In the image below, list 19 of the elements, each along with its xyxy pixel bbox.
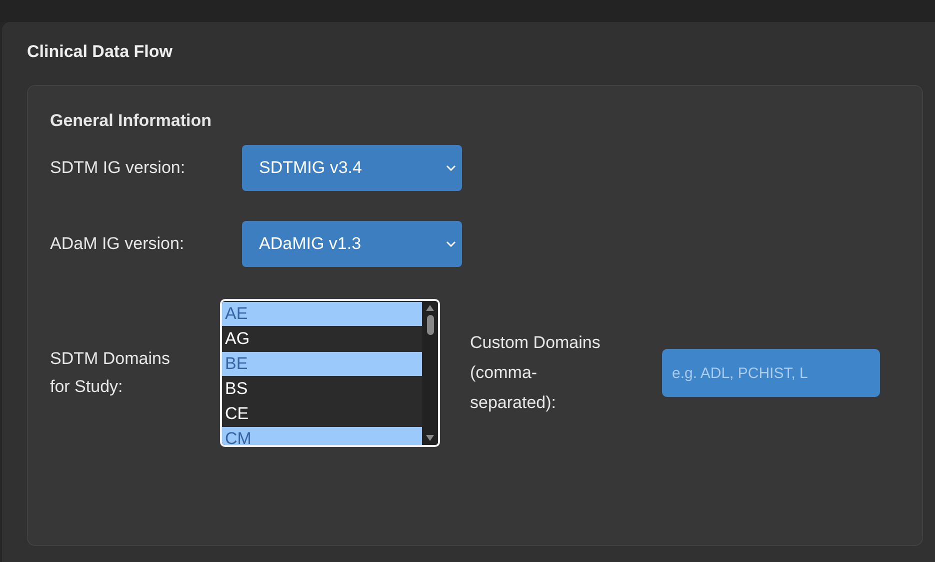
scroll-up-icon[interactable] xyxy=(425,304,435,312)
chevron-down-icon xyxy=(446,165,456,171)
list-option[interactable]: CM xyxy=(222,427,422,445)
section-title: General Information xyxy=(50,111,213,131)
scroll-down-icon[interactable] xyxy=(425,434,435,442)
version-select[interactable]: SDTMIG v3.4 xyxy=(242,145,462,191)
version-select[interactable]: ADaMIG v1.3 xyxy=(242,221,462,267)
list-option[interactable]: AE xyxy=(222,302,422,327)
scrollbar-thumb[interactable] xyxy=(426,315,434,335)
field-label: SDTM IG version: xyxy=(50,158,186,178)
field-label: SDTM Domains for Study: xyxy=(50,348,171,398)
panel-title: Clinical Data Flow xyxy=(27,42,174,62)
list-option[interactable]: BE xyxy=(222,352,422,377)
field-label: Custom Domains (comma-separated): xyxy=(470,332,602,414)
scrollbar[interactable] xyxy=(422,301,438,445)
chevron-down-icon xyxy=(446,241,456,247)
domain-listbox[interactable]: AE AG BE BS CE CM xyxy=(220,299,440,447)
field-label: ADaM IG version: xyxy=(50,234,186,254)
input-field[interactable]: e.g. ADL, PCHIST, L xyxy=(662,349,880,397)
